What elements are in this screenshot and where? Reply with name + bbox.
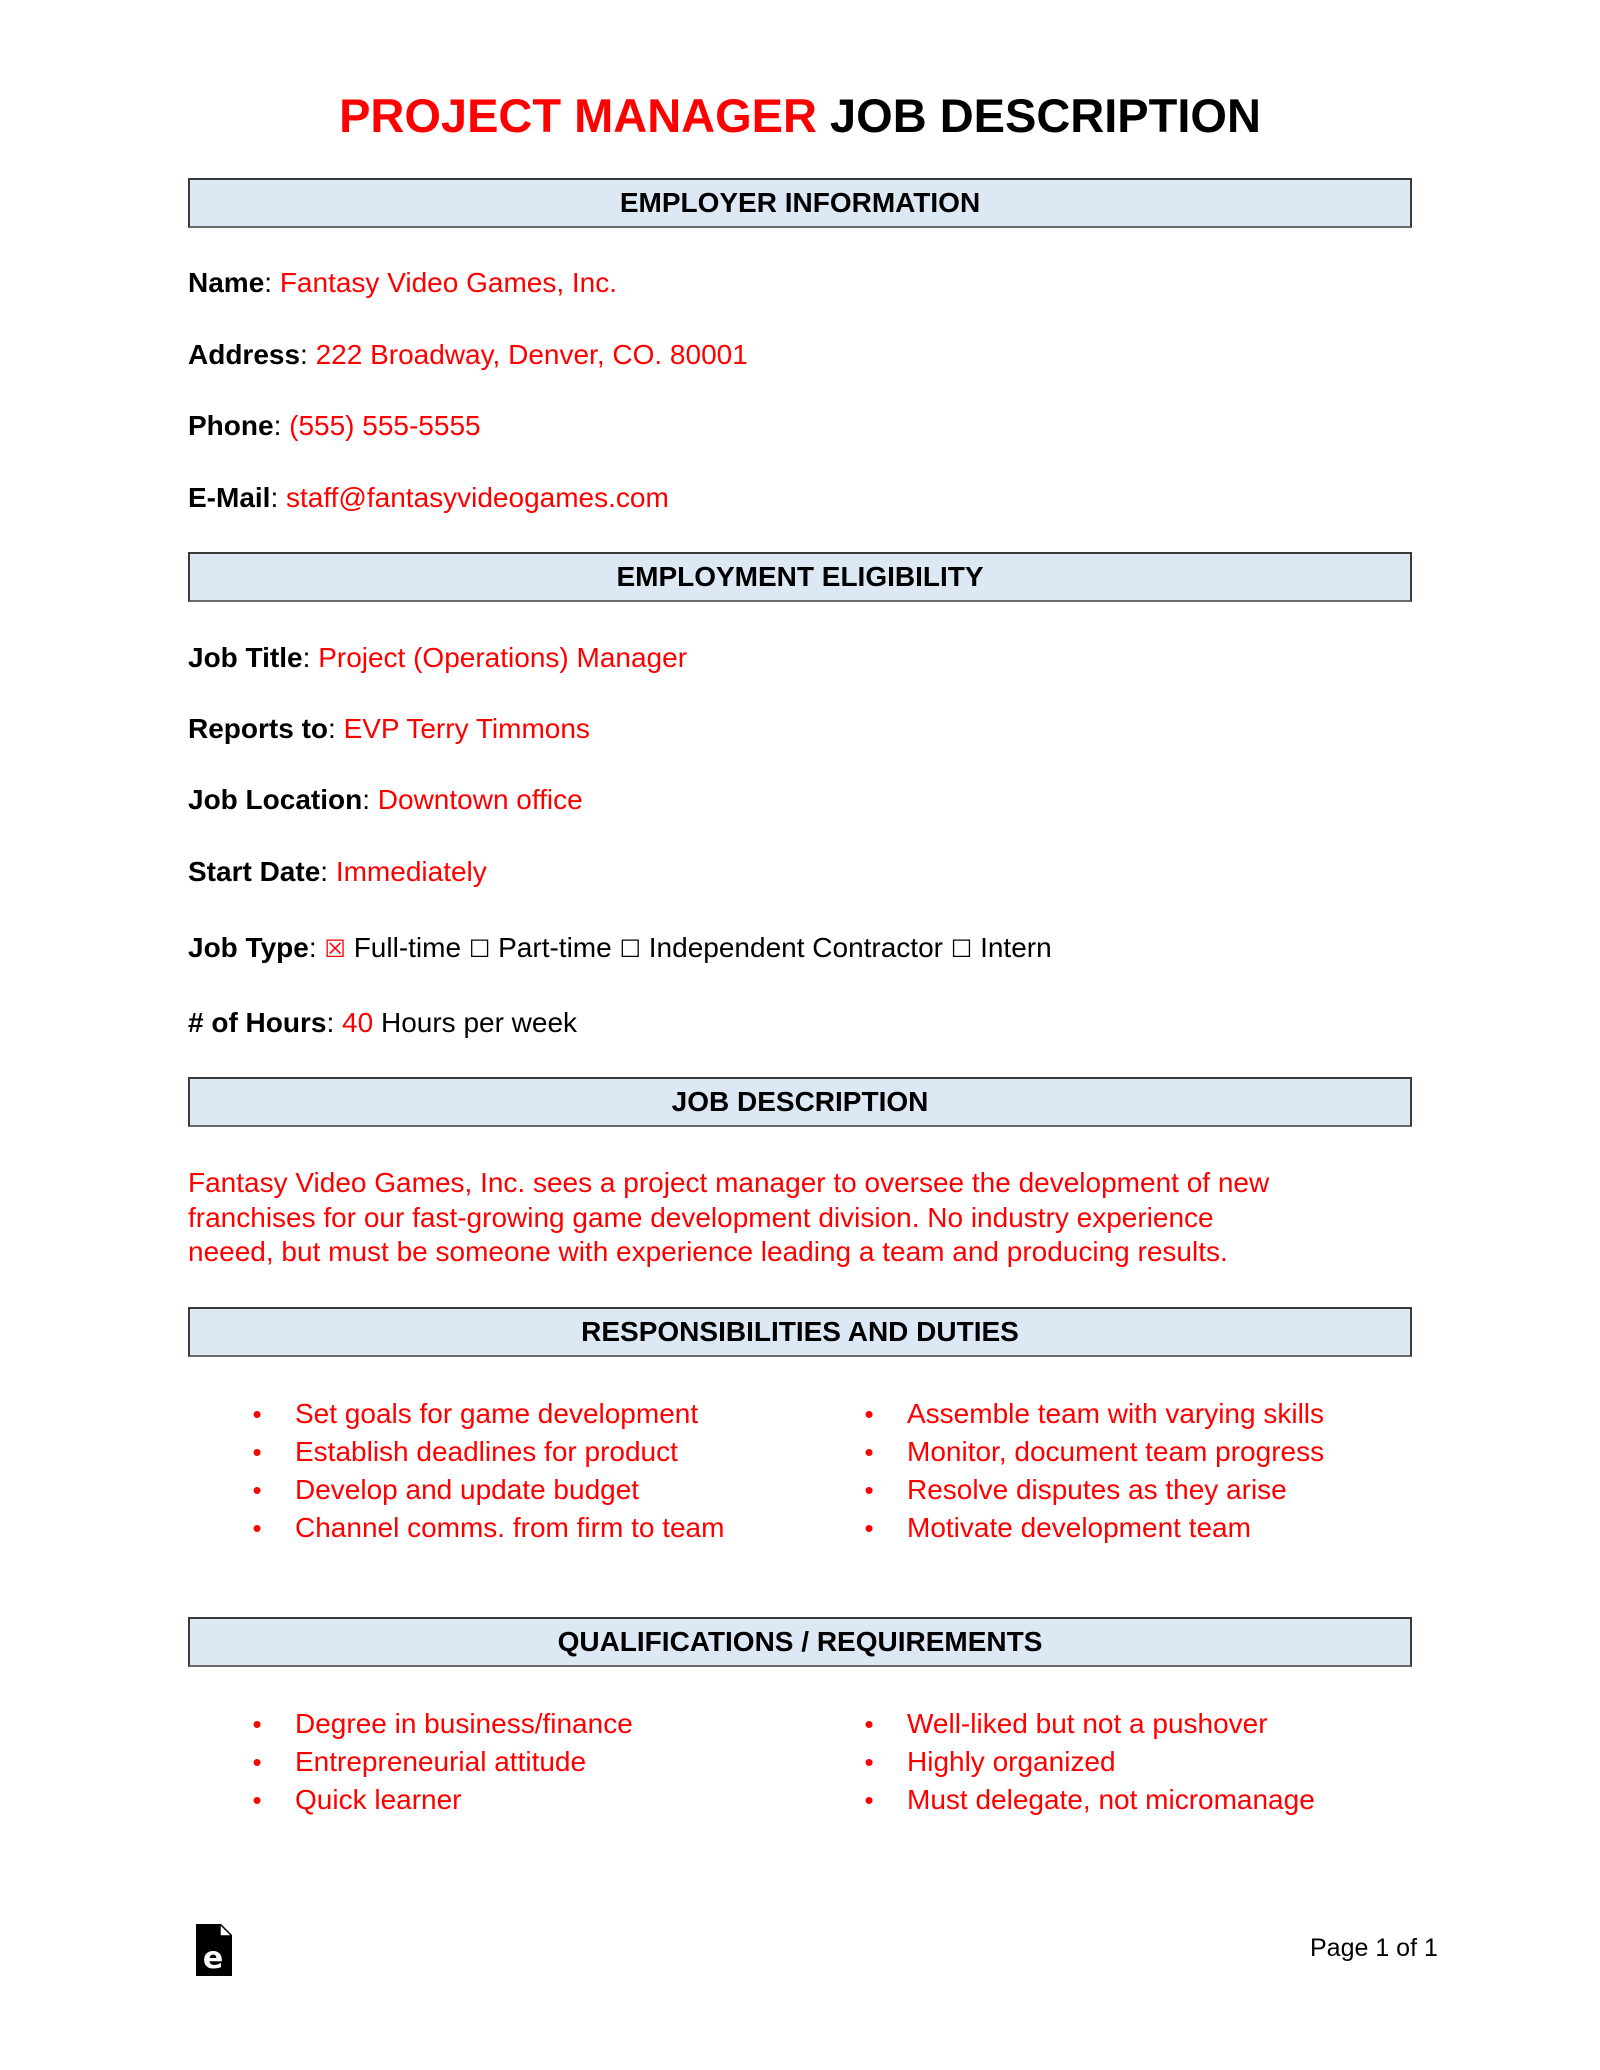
document-title: PROJECT MANAGER JOB DESCRIPTION [0, 86, 1600, 146]
field-employer-name: Name: Fantasy Video Games, Inc. [188, 267, 618, 298]
field-label: E-Mail [188, 482, 271, 513]
title-rest: JOB DESCRIPTION [830, 89, 1261, 142]
bullet-icon: • [252, 1709, 262, 1739]
checkbox-full-time[interactable]: ☒ [324, 935, 346, 963]
section-heading: RESPONSIBILITIES AND DUTIES [581, 1316, 1019, 1347]
field-value: Project (Operations) Manager [318, 642, 688, 673]
field-value: (555) 555-5555 [289, 410, 481, 441]
description-line: franchises for our fast-growing game dev… [188, 1202, 1214, 1233]
field-employer-email: E-Mail: staff@fantasyvideogames.com [188, 482, 669, 513]
field-label: Job Title [188, 642, 303, 673]
option-label-part-time: Part-time [498, 932, 612, 963]
checkbox-part-time[interactable]: ☐ [469, 935, 491, 963]
section-heading: EMPLOYMENT ELIGIBILITY [616, 561, 984, 592]
checkbox-intern[interactable]: ☐ [951, 935, 973, 963]
eforms-document-icon: e [196, 1922, 234, 1976]
section-heading: JOB DESCRIPTION [671, 1086, 929, 1117]
field-employer-phone: Phone: (555) 555-5555 [188, 410, 481, 441]
bullet-icon: • [864, 1399, 874, 1429]
page-number: Page 1 of 1 [1310, 1934, 1438, 1962]
field-value: EVP Terry Timmons [343, 713, 590, 744]
option-label-full-time: Full-time [353, 932, 462, 963]
field-label: Phone [188, 410, 274, 441]
bullet-icon: • [864, 1785, 874, 1815]
field-value: Downtown office [377, 784, 583, 815]
hours-suffix: Hours per week [380, 1007, 578, 1038]
field-value: Immediately [335, 856, 487, 887]
section-header-responsibilities: RESPONSIBILITIES AND DUTIES [188, 1307, 1412, 1357]
bullet-icon: • [252, 1437, 262, 1467]
field-job-title: Job Title: Project (Operations) Manager [188, 642, 688, 673]
field-reports-to: Reports to: EVP Terry Timmons [188, 713, 590, 744]
section-header-employer-information: EMPLOYER INFORMATION [188, 178, 1412, 228]
title-highlight: PROJECT MANAGER [339, 89, 817, 142]
field-value: 222 Broadway, Denver, CO. 80001 [315, 339, 748, 370]
field-employer-address: Address: 222 Broadway, Denver, CO. 80001 [188, 339, 748, 370]
option-label-independent-contractor: Independent Contractor [648, 932, 943, 963]
svg-text:e: e [203, 1941, 223, 1976]
field-hours: # of Hours: 40 Hours per week [188, 1007, 578, 1038]
section-header-employment-eligibility: EMPLOYMENT ELIGIBILITY [188, 552, 1412, 602]
bullet-icon: • [252, 1747, 262, 1777]
section-header-job-description: JOB DESCRIPTION [188, 1077, 1412, 1127]
bullet-icon: • [252, 1785, 262, 1815]
field-value: staff@fantasyvideogames.com [286, 482, 669, 513]
section-header-qualifications: QUALIFICATIONS / REQUIREMENTS [188, 1617, 1412, 1667]
checkbox-independent-contractor[interactable]: ☐ [619, 935, 641, 963]
field-value: Fantasy Video Games, Inc. [279, 267, 618, 298]
field-job-type: Job Type: ☒ Full-time ☐ Part-time ☐ Inde… [188, 932, 1052, 963]
bullet-icon: • [252, 1475, 262, 1505]
field-label: Name [188, 267, 265, 298]
bullet-icon: • [252, 1399, 262, 1429]
field-label: Address [188, 339, 301, 370]
option-label-intern: Intern [980, 932, 1052, 963]
field-job-location: Job Location: Downtown office [188, 784, 583, 815]
description-line: Fantasy Video Games, Inc. sees a project… [188, 1167, 1270, 1198]
bullet-icon: • [864, 1437, 874, 1467]
section-heading: QUALIFICATIONS / REQUIREMENTS [557, 1626, 1043, 1657]
field-label: Job Type [188, 932, 309, 963]
bullet-icon: • [252, 1513, 262, 1543]
field-label: # of Hours [188, 1007, 327, 1038]
section-heading: EMPLOYER INFORMATION [619, 187, 981, 218]
bullet-icon: • [864, 1513, 874, 1543]
bullet-icon: • [864, 1709, 874, 1739]
description-line: neeed, but must be someone with experien… [188, 1236, 1228, 1267]
field-value: 40 [342, 1007, 374, 1038]
field-start-date: Start Date: Immediately [188, 856, 487, 887]
field-label: Start Date [188, 856, 321, 887]
field-label: Job Location [188, 784, 363, 815]
field-label: Reports to [188, 713, 328, 744]
bullet-icon: • [864, 1747, 874, 1777]
bullet-icon: • [864, 1475, 874, 1505]
